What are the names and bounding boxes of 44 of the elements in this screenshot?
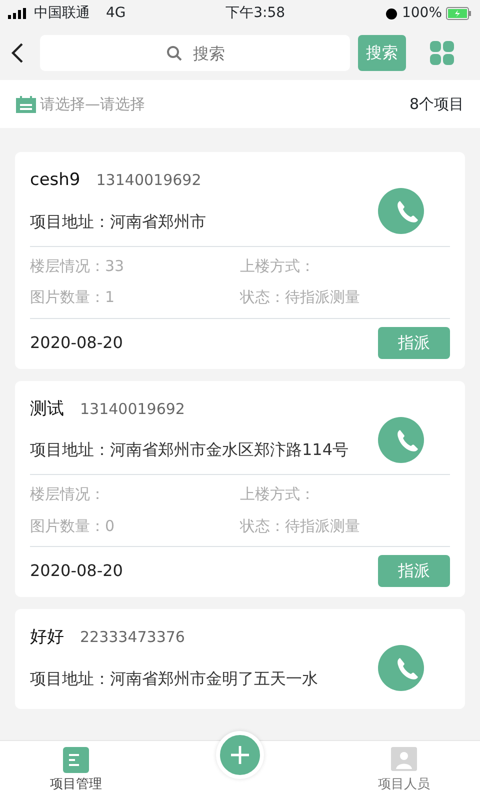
detail-text: 图片数量：1: [30, 288, 115, 306]
project-date: 2020-08-20: [30, 560, 123, 582]
client-name: 测试: [30, 398, 64, 420]
detail-text: 图片数量：0: [30, 516, 115, 534]
network-type: 4G: [106, 4, 126, 22]
list-icon: [63, 747, 89, 773]
carrier-name: 中国联通: [34, 4, 90, 22]
alarm-icon: [384, 6, 398, 20]
project-address: 项目地址：河南省郑州市金水区郑汴路114号: [30, 439, 350, 461]
detail-text: 状态：待指派测量: [240, 516, 360, 534]
call-button[interactable]: [378, 645, 424, 691]
assign-button[interactable]: 指派: [378, 555, 450, 587]
battery-charging-icon: [446, 6, 472, 20]
calendar-icon: [16, 96, 36, 112]
signal-icon: [8, 8, 26, 18]
project-date: 2020-08-20: [30, 332, 123, 354]
person-icon: [391, 747, 417, 773]
project-address: 项目地址：河南省郑州市金明了五天一水: [30, 668, 319, 690]
search-icon: [166, 45, 182, 61]
plus-icon: [230, 745, 250, 765]
phone-number: 22333473376: [80, 627, 185, 648]
detail-text: 状态：待指派测量: [240, 288, 360, 306]
tab-item[interactable]: 项目人员: [344, 741, 464, 800]
search-button[interactable]: 搜索: [358, 35, 406, 71]
phone-number: 13140019692: [96, 170, 202, 191]
battery-percent: 100%: [402, 4, 442, 22]
detail-text: 楼层情况：: [30, 485, 105, 503]
detail-text: 上楼方式：: [240, 256, 315, 274]
grid-icon[interactable]: [430, 41, 454, 65]
call-button[interactable]: [378, 416, 424, 462]
detail-text: 楼层情况：33: [30, 256, 124, 274]
back-icon[interactable]: [10, 42, 24, 64]
clock-time: 下午3:58: [226, 4, 286, 22]
project-count: 8个项目: [409, 94, 464, 115]
call-button[interactable]: [378, 188, 424, 234]
tab-item[interactable]: 项目管理: [16, 741, 136, 800]
client-name: cesh9: [30, 169, 80, 192]
filter-selector[interactable]: 请选择—请选择: [16, 92, 145, 116]
search-field[interactable]: 搜索: [40, 35, 350, 71]
detail-text: 上楼方式：: [240, 485, 315, 503]
assign-button[interactable]: 指派: [378, 326, 450, 358]
client-name: 好好: [30, 626, 64, 649]
phone-number: 13140019692: [80, 398, 185, 420]
project-address: 项目地址：河南省郑州市: [30, 210, 207, 232]
